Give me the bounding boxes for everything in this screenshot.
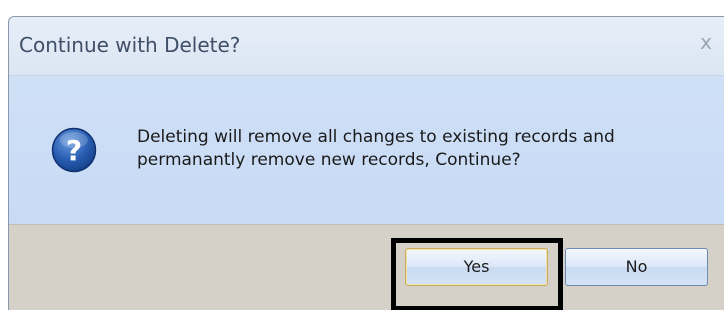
question-icon: ?: [51, 127, 97, 173]
dialog-titlebar[interactable]: Continue with Delete? x: [9, 17, 724, 75]
delete-confirm-dialog: Continue with Delete? x ? Deleting will …: [8, 16, 724, 310]
no-button[interactable]: No: [565, 248, 708, 286]
svg-text:?: ?: [66, 134, 82, 167]
yes-button[interactable]: Yes: [405, 248, 548, 286]
message-line-1: Deleting will remove all changes to exis…: [137, 127, 615, 147]
message-line-2: permanantly remove new records, Continue…: [137, 150, 521, 170]
close-icon[interactable]: x: [695, 31, 717, 53]
dialog-message: Deleting will remove all changes to exis…: [137, 126, 697, 172]
dialog-content: ? Deleting will remove all changes to ex…: [9, 75, 724, 224]
button-bar: Yes No: [9, 224, 724, 310]
dialog-title: Continue with Delete?: [19, 33, 241, 57]
